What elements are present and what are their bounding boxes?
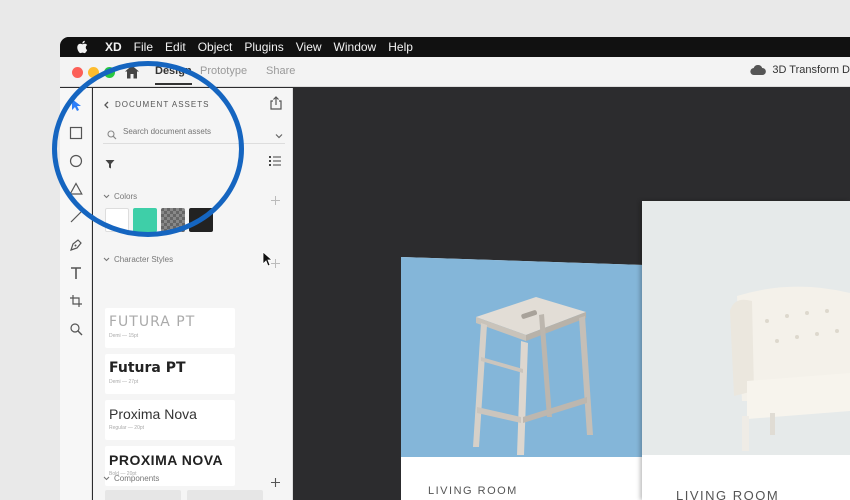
pen-tool-icon[interactable] [69,238,83,252]
artboard-card[interactable]: LIVING ROOM [642,201,850,500]
add-character-style-icon[interactable] [271,255,280,268]
colors-section-header[interactable]: Colors [103,192,137,201]
zoom-window-button[interactable] [104,67,115,78]
color-swatch-dark[interactable] [189,208,213,232]
card-label: LIVING ROOM [428,485,518,497]
card-label: LIVING ROOM [676,488,780,500]
minimize-window-button[interactable] [88,67,99,78]
mouse-cursor-icon [262,251,274,267]
character-styles-section-label: Character Styles [114,255,174,264]
apple-icon[interactable] [75,40,89,54]
character-style-name: Futura PT [109,360,186,376]
filter-icon[interactable] [105,156,115,169]
menu-window[interactable]: Window [334,40,377,54]
tab-share[interactable]: Share [266,65,295,77]
add-color-icon[interactable] [271,192,280,205]
document-assets-panel: DOCUMENT ASSETS Colors [93,88,293,500]
menu-plugins[interactable]: Plugins [244,40,283,54]
character-styles-section-header[interactable]: Character Styles [103,255,173,264]
character-style-card[interactable]: Proxima Nova Regular — 20pt [105,400,235,440]
character-style-name: Proxima Nova [109,406,197,422]
caret-down-icon [103,256,110,263]
panel-header[interactable]: DOCUMENT ASSETS [103,100,209,109]
caret-down-icon [103,475,110,482]
character-style-meta: Regular — 20pt [109,425,145,431]
text-tool-icon[interactable] [69,266,83,280]
colors-section-label: Colors [114,192,138,201]
components-section-label: Components [114,474,160,483]
menu-help[interactable]: Help [388,40,413,54]
list-view-icon[interactable] [269,154,281,166]
character-style-meta: Demi — 15pt [109,333,139,339]
component-thumbnail[interactable] [187,490,263,500]
line-tool-icon[interactable] [69,210,83,224]
components-section-header[interactable]: Components [103,474,159,483]
color-swatch-pattern[interactable] [161,208,185,232]
chevron-left-icon[interactable] [103,101,109,109]
menu-view[interactable]: View [296,40,322,54]
armchair-image [642,201,850,455]
character-style-meta: Demi — 27pt [109,379,139,385]
home-icon[interactable] [124,64,140,80]
search-input[interactable] [123,127,273,136]
color-swatch-teal[interactable] [133,208,157,232]
menu-object[interactable]: Object [198,40,233,54]
character-style-name: PROXIMA NOVA [109,452,224,468]
title-bar: Design Prototype Share 3D Transform D [60,57,850,87]
tools-toolbar [60,88,92,500]
document-title-text: 3D Transform D [772,64,850,76]
menu-bar: XD File Edit Object Plugins View Window … [60,37,850,57]
color-swatch-white[interactable] [105,208,129,232]
character-style-name: FUTURA PT [109,314,196,330]
polygon-tool-icon[interactable] [69,182,83,196]
zoom-tool-icon[interactable] [69,322,83,336]
panel-title: DOCUMENT ASSETS [115,100,210,109]
character-style-card[interactable]: Futura PT Demi — 27pt [105,354,235,394]
ellipse-tool-icon[interactable] [69,154,83,168]
export-icon[interactable] [269,96,283,110]
rectangle-tool-icon[interactable] [69,126,83,140]
component-thumbnail[interactable] [105,490,181,500]
caret-down-icon [103,193,110,200]
menu-xd[interactable]: XD [105,40,122,54]
select-tool-icon[interactable] [69,98,83,112]
add-component-icon[interactable] [271,474,280,487]
artboard-card[interactable]: LIVING ROOM [401,257,644,500]
tab-design[interactable]: Design [155,65,192,85]
document-title: 3D Transform D [750,64,850,76]
stool-image [401,257,644,457]
character-style-card[interactable]: FUTURA PT Demi — 15pt [105,308,235,348]
close-window-button[interactable] [72,67,83,78]
search-icon [107,127,117,139]
chevron-down-icon[interactable] [275,127,283,139]
menu-file[interactable]: File [134,40,153,54]
menu-edit[interactable]: Edit [165,40,186,54]
tab-prototype[interactable]: Prototype [200,65,247,77]
artboard-tool-icon[interactable] [69,294,83,308]
search-bar [103,120,285,144]
cloud-icon [750,64,767,76]
